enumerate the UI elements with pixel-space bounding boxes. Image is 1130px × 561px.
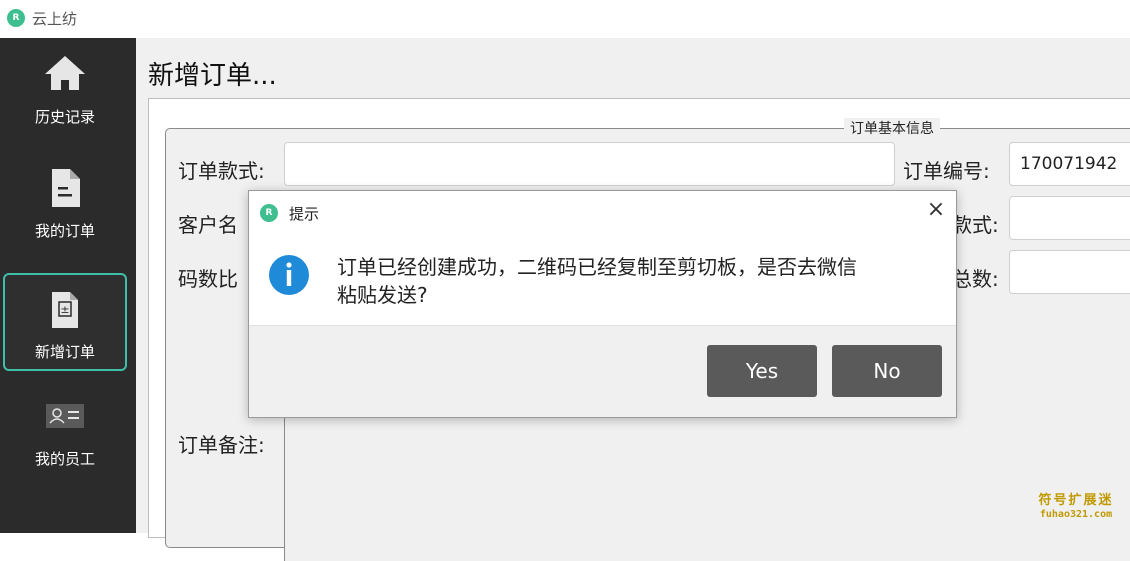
- dialog-footer: Yes No: [249, 325, 956, 417]
- document-icon: [43, 166, 87, 210]
- dialog-logo-icon: R: [260, 204, 278, 222]
- close-icon[interactable]: ×: [923, 197, 949, 223]
- sidebar-item-label: 新增订单: [34, 343, 95, 361]
- order-number-input[interactable]: 170071942: [1009, 142, 1130, 186]
- confirm-dialog: R 提示 × 订单已经创建成功，二维码已经复制至剪切板，是否去微信 粘贴发送? …: [248, 190, 957, 418]
- page-title: 新增订单...: [148, 61, 277, 91]
- yes-button[interactable]: Yes: [707, 345, 817, 397]
- sidebar-item-label: 历史记录: [34, 108, 95, 126]
- order-style-input[interactable]: [284, 142, 895, 186]
- sidebar-item-history[interactable]: 历史记录: [3, 40, 127, 138]
- group-title: 订单基本信息: [844, 118, 940, 138]
- sidebar-item-staff[interactable]: 我的员工: [3, 382, 127, 480]
- order-style-label: 订单款式:: [178, 159, 265, 183]
- svg-text:±: ±: [60, 303, 69, 316]
- order-remark-label: 订单备注:: [178, 433, 265, 457]
- no-button[interactable]: No: [832, 345, 942, 397]
- sidebar: 历史记录 我的订单 ± 新增订单 我的员工: [0, 38, 136, 533]
- style-input[interactable]: [1009, 196, 1130, 240]
- title-bar: R 云上纺: [0, 0, 1130, 38]
- app-title: 云上纺: [32, 10, 78, 28]
- sidebar-item-label: 我的员工: [34, 450, 95, 468]
- style-label: 款式:: [952, 213, 999, 237]
- watermark-line2: fuhao321.com: [1039, 509, 1113, 520]
- app-logo-icon: R: [7, 9, 25, 27]
- total-input[interactable]: [1009, 250, 1130, 294]
- add-document-icon: ±: [43, 287, 87, 331]
- dialog-title: 提示: [289, 205, 320, 223]
- contact-card-icon: [43, 394, 87, 438]
- dialog-message: 订单已经创建成功，二维码已经复制至剪切板，是否去微信 粘贴发送?: [337, 253, 937, 309]
- watermark-line1: 符号扩展迷: [1038, 493, 1114, 508]
- dialog-message-line2: 粘贴发送?: [337, 283, 428, 307]
- customer-name-label: 客户名: [178, 213, 238, 237]
- info-icon: [267, 253, 311, 297]
- sidebar-item-orders[interactable]: 我的订单: [3, 154, 127, 252]
- size-ratio-label: 码数比: [178, 267, 238, 291]
- total-label: 总数:: [952, 267, 999, 291]
- sidebar-item-new-order[interactable]: ± 新增订单: [3, 273, 127, 371]
- sidebar-item-label: 我的订单: [34, 222, 95, 240]
- order-number-label: 订单编号:: [903, 159, 990, 183]
- watermark: 符号扩展迷 fuhao321.com: [1030, 494, 1122, 522]
- dialog-message-line1: 订单已经创建成功，二维码已经复制至剪切板，是否去微信: [337, 255, 857, 279]
- home-icon: [43, 52, 87, 96]
